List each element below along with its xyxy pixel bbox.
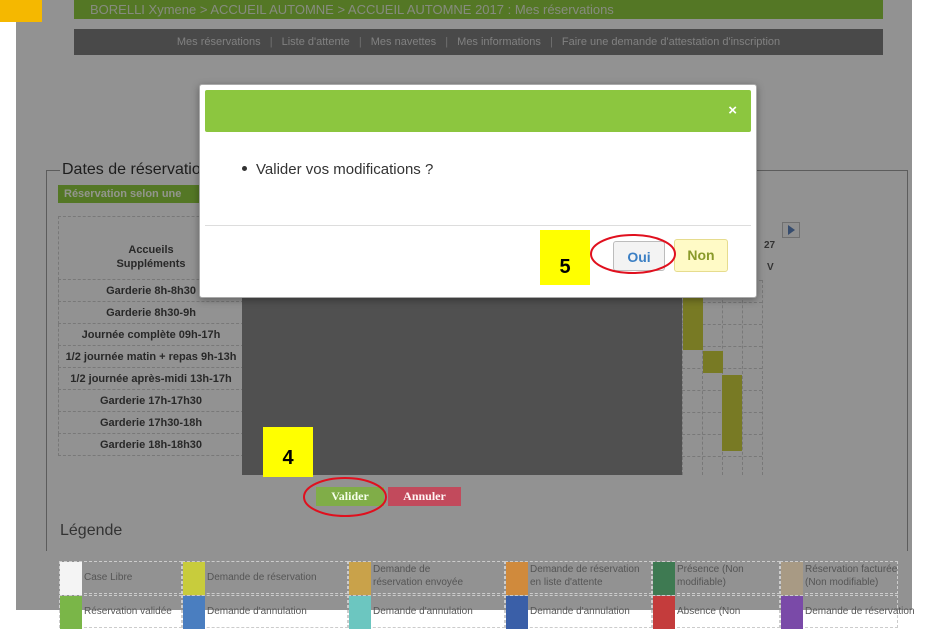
- legend-item: Case Libre: [59, 561, 182, 595]
- legend-label-line2: en liste d'attente: [530, 577, 603, 588]
- legend-item: Réservation facturée (Non modifiable): [780, 561, 898, 595]
- legend-item: Réservation validée: [59, 595, 182, 629]
- step-4-marker: 4: [263, 427, 313, 477]
- legend-swatch: [60, 562, 82, 595]
- legend-item: Demande d'annulation: [348, 595, 505, 629]
- legend-label: Demande de réservation: [805, 606, 915, 617]
- legend-item: Demande de réservation envoyée: [348, 561, 505, 595]
- legend-item: Demande d'annulation: [182, 595, 348, 629]
- non-button[interactable]: Non: [674, 239, 728, 272]
- legend-label: Présence (Non: [677, 564, 744, 575]
- legend-label: Demande de: [373, 564, 431, 575]
- dialog-divider: [205, 225, 751, 226]
- legend-swatch: [781, 596, 803, 629]
- oui-highlight-circle: [590, 234, 676, 274]
- legend-swatch: [506, 596, 528, 629]
- legend-label: Case Libre: [84, 572, 133, 583]
- legend: Case Libre Demande de réservation Demande …: [59, 561, 915, 629]
- legend-label: Demande d'annulation: [530, 606, 630, 617]
- legend-label: Réservation validée: [84, 606, 172, 617]
- legend-item: Demande de réservation: [780, 595, 915, 629]
- legend-item: Présence (Non modifiable): [652, 561, 780, 595]
- dialog-message: Valider vos modifications ?: [242, 161, 433, 178]
- legend-swatch: [60, 596, 82, 629]
- close-icon[interactable]: ×: [728, 102, 737, 119]
- legend-label: Demande d'annulation: [207, 606, 307, 617]
- legend-label-line2: réservation envoyée: [373, 577, 464, 588]
- bullet-icon: [242, 165, 247, 171]
- valider-highlight-circle: [303, 477, 387, 517]
- annuler-button[interactable]: Annuler: [388, 487, 461, 506]
- legend-item: Absence (Non: [652, 595, 780, 629]
- dialog-message-text: Valider vos modifications ?: [256, 161, 434, 178]
- legend-swatch: [781, 562, 803, 595]
- corner-badge: [0, 0, 42, 22]
- legend-item: Demande de réservation: [182, 561, 348, 595]
- dialog-header: ×: [205, 90, 751, 132]
- legend-label-line2: (Non modifiable): [805, 577, 879, 588]
- legend-label: Réservation facturée: [805, 564, 898, 575]
- legend-swatch: [506, 562, 528, 595]
- legend-swatch: [349, 596, 371, 629]
- legend-label: Demande de réservation: [530, 564, 640, 575]
- legend-label-line2: modifiable): [677, 577, 726, 588]
- legend-item: Demande d'annulation: [505, 595, 652, 629]
- legend-item: Demande de réservation en liste d'attente: [505, 561, 652, 595]
- legend-label: Demande d'annulation: [373, 606, 473, 617]
- legend-label: Absence (Non: [677, 606, 741, 617]
- legend-swatch: [349, 562, 371, 595]
- legend-title: Légende: [60, 522, 123, 539]
- legend-swatch: [183, 562, 205, 595]
- legend-label: Demande de réservation: [207, 572, 317, 583]
- legend-swatch: [653, 596, 675, 629]
- step-5-marker: 5: [540, 230, 590, 285]
- legend-swatch: [183, 596, 205, 629]
- legend-swatch: [653, 562, 675, 595]
